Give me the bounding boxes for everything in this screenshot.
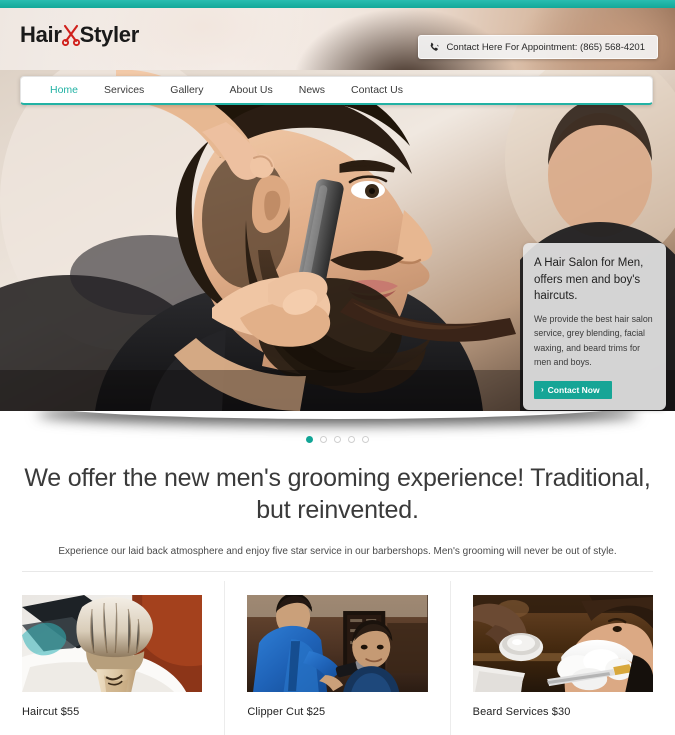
hero-caption-heading: A Hair Salon for Men, offers men and boy… — [534, 257, 644, 303]
nav-item-services[interactable]: Services — [91, 77, 157, 103]
nav-item-home[interactable]: Home — [37, 77, 91, 103]
slider-dots — [0, 436, 675, 443]
services-card-row: Haircut $55 Clipper Cut $25 Beard Servic… — [0, 581, 675, 735]
scissors-icon — [61, 24, 81, 46]
intro-lede: Experience our laid back atmosphere and … — [58, 546, 617, 557]
slider-dot-1[interactable] — [306, 436, 313, 443]
service-card-title: Beard Services $30 — [472, 706, 571, 718]
section-divider — [22, 571, 653, 572]
service-card-title: Clipper Cut $25 — [247, 706, 326, 718]
service-card-image — [247, 595, 428, 692]
top-accent-bar — [0, 0, 675, 8]
contact-now-button[interactable]: › Contact Now — [534, 380, 612, 399]
logo-text-secondary: Styler — [79, 22, 140, 47]
nav-item-gallery[interactable]: Gallery — [157, 77, 216, 103]
contact-now-label: Contact Now — [547, 384, 600, 395]
service-card-image — [22, 595, 203, 692]
service-card-image — [472, 595, 653, 692]
phone-icon — [429, 42, 440, 53]
site-header: Hair Styler Contact Here For Appointment… — [0, 8, 675, 70]
slider-dot-5[interactable] — [362, 436, 369, 443]
nav-item-news[interactable]: News — [286, 77, 338, 103]
service-card[interactable]: Clipper Cut $25 — [225, 581, 451, 735]
intro-section: We offer the new men's grooming experien… — [0, 462, 675, 559]
slider-dot-4[interactable] — [348, 436, 355, 443]
hero-caption-box: A Hair Salon for Men, offers men and boy… — [523, 243, 666, 410]
service-card[interactable]: Haircut $55 — [0, 581, 226, 735]
slider-dot-3[interactable] — [334, 436, 341, 443]
contact-appointment-bar[interactable]: Contact Here For Appointment: (865) 568-… — [418, 35, 658, 59]
nav-item-about-us[interactable]: About Us — [217, 77, 286, 103]
service-card[interactable]: Beard Services $30 — [451, 581, 675, 735]
main-navigation[interactable]: Home Services Gallery About Us News Cont… — [20, 76, 653, 105]
site-logo[interactable]: Hair Styler — [20, 24, 139, 46]
page-title: We offer the new men's grooming experien… — [24, 464, 651, 524]
nav-list: Home Services Gallery About Us News Cont… — [21, 77, 416, 103]
page-root: Hair Styler Contact Here For Appointment… — [0, 0, 675, 735]
service-card-title: Haircut $55 — [22, 706, 80, 718]
slider-dot-2[interactable] — [320, 436, 327, 443]
contact-text: Contact Here For Appointment: (865) 568-… — [446, 41, 645, 53]
chevron-right-icon: › — [541, 385, 544, 395]
nav-item-contact-us[interactable]: Contact Us — [338, 77, 416, 103]
logo-text-primary: Hair — [20, 22, 62, 47]
hero-caption-body: We provide the best hair salon service, … — [534, 314, 653, 367]
